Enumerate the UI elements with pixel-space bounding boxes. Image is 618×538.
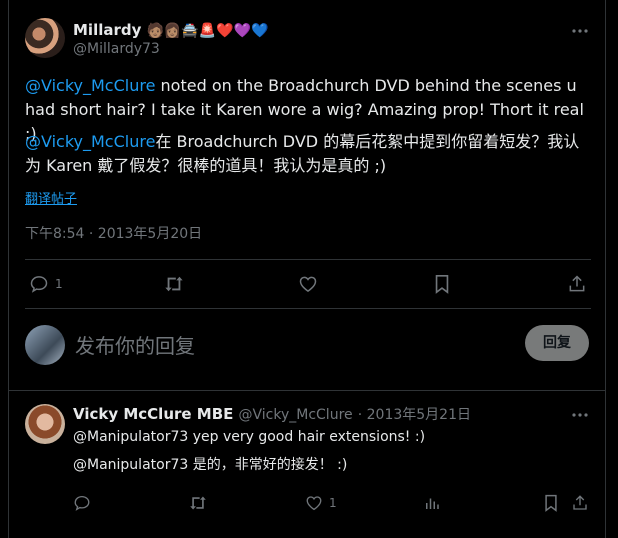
tweet-timestamp[interactable]: 下午8:54 · 2013年5月20日	[25, 223, 202, 243]
reply-author-handle[interactable]: @Vicky_McClure	[239, 407, 353, 423]
reply-action[interactable]: 1	[29, 274, 63, 294]
author-display-name[interactable]: Millardy	[73, 21, 141, 39]
mention-link[interactable]: @Vicky_McClure	[25, 76, 155, 95]
bookmark-icon[interactable]	[433, 274, 451, 294]
divider	[9, 390, 605, 391]
divider	[25, 259, 591, 260]
reply-date[interactable]: · 2013年5月21日	[358, 407, 471, 423]
translate-post-link[interactable]: 翻译帖子	[25, 188, 77, 207]
share-icon[interactable]	[567, 274, 587, 294]
reply-button[interactable]: 回复	[525, 325, 589, 361]
reply-icon	[29, 274, 49, 294]
like-icon	[305, 494, 323, 512]
more-dots-icon[interactable]	[571, 406, 589, 424]
current-user-avatar[interactable]	[25, 325, 65, 365]
reply-count: 1	[55, 277, 63, 291]
reply-author-avatar[interactable]	[25, 404, 65, 444]
reply-author-name[interactable]: Vicky McClure MBE	[73, 405, 233, 423]
reply-text-zh: @Manipulator73 是的，非常好的接发！ :)	[73, 457, 348, 473]
author-name-row[interactable]: Millardy 🧑🏽👩🏽🚔🚨❤️💜💙	[73, 20, 269, 40]
timeline-column: Millardy 🧑🏽👩🏽🚔🚨❤️💜💙 @Millardy73 @Vicky_M…	[8, 0, 606, 538]
views-icon[interactable]	[423, 494, 441, 512]
bookmark-icon[interactable]	[543, 494, 559, 512]
tweet-text-zh: @Vicky_McClure在 Broadchurch DVD 的幕后花絮中提到…	[25, 130, 595, 178]
retweet-icon[interactable]	[188, 494, 208, 512]
author-handle[interactable]: @Millardy73	[73, 41, 160, 57]
reply-icon[interactable]	[73, 494, 91, 512]
share-icon[interactable]	[571, 494, 589, 512]
retweet-icon[interactable]	[163, 274, 185, 294]
divider	[25, 308, 591, 309]
name-emojis: 🧑🏽👩🏽🚔🚨❤️💜💙	[146, 22, 269, 39]
mention-link[interactable]: @Vicky_McClure	[25, 132, 155, 151]
like-action[interactable]: 1	[305, 494, 337, 512]
author-avatar[interactable]	[25, 18, 65, 58]
more-dots-icon[interactable]	[571, 22, 589, 40]
like-icon[interactable]	[298, 274, 318, 294]
like-count: 1	[329, 496, 337, 510]
reply-author-row: Vicky McClure MBE @Vicky_McClure · 2013年…	[73, 404, 471, 424]
reply-text-en: @Manipulator73 yep very good hair extens…	[73, 429, 426, 445]
reply-input[interactable]: 发布你的回复	[75, 330, 515, 358]
